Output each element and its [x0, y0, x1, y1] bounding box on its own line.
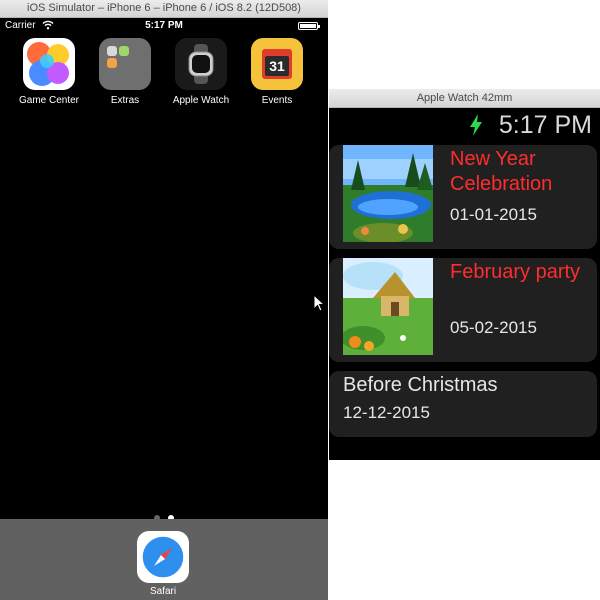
event-title: February party	[450, 261, 581, 283]
app-safari[interactable]: Safari	[135, 531, 191, 597]
watch-screen: 5:17 PM New Year Celebration 01-01-2015	[329, 108, 600, 460]
app-events[interactable]: 31 Events	[237, 38, 317, 106]
events-calendar-icon: 31	[251, 38, 303, 90]
extras-folder-icon	[99, 38, 151, 90]
event-row[interactable]: Before Christmas 12-12-2015	[329, 371, 597, 437]
battery-icon	[298, 22, 320, 30]
calendar-day-number: 31	[265, 56, 289, 76]
status-bar: Carrier 5:17 PM	[0, 18, 328, 34]
status-bar-time: 5:17 PM	[145, 20, 183, 31]
app-label: Extras	[110, 95, 140, 106]
mouse-pointer-icon	[313, 294, 325, 312]
dock: Safari	[0, 519, 328, 600]
page-indicator[interactable]	[0, 508, 328, 521]
event-row[interactable]: February party 05-02-2015	[329, 258, 597, 362]
app-extras-folder[interactable]: Extras	[85, 38, 165, 106]
app-label: Apple Watch	[172, 95, 230, 106]
event-date: 01-01-2015	[450, 205, 537, 224]
watch-time: 5:17 PM	[498, 111, 592, 139]
apple-watch-icon	[175, 38, 227, 90]
app-game-center[interactable]: Game Center	[9, 38, 89, 106]
app-label: Safari	[149, 586, 177, 597]
event-date: 05-02-2015	[450, 318, 537, 337]
event-row[interactable]: New Year Celebration 01-01-2015	[329, 145, 597, 249]
event-date: 12-12-2015	[343, 403, 430, 422]
safari-compass-icon	[137, 531, 189, 583]
iphone-screen: Carrier 5:17 PM Game Center Extras Apple…	[0, 18, 328, 600]
lake-landscape-image	[343, 145, 433, 242]
watch-window-title: Apple Watch 42mm	[329, 89, 600, 108]
watch-status-bar: 5:17 PM	[469, 110, 592, 140]
event-title: New Year Celebration	[450, 148, 553, 195]
app-label: Events	[261, 95, 293, 106]
event-title: Before Christmas	[343, 374, 498, 396]
game-center-icon	[23, 38, 75, 90]
app-apple-watch[interactable]: Apple Watch	[161, 38, 241, 106]
simulator-window-title: iOS Simulator – iPhone 6 – iPhone 6 / iO…	[0, 0, 328, 18]
app-label: Game Center	[18, 95, 80, 106]
cottage-meadow-image	[343, 258, 433, 355]
charging-bolt-icon	[469, 114, 482, 136]
